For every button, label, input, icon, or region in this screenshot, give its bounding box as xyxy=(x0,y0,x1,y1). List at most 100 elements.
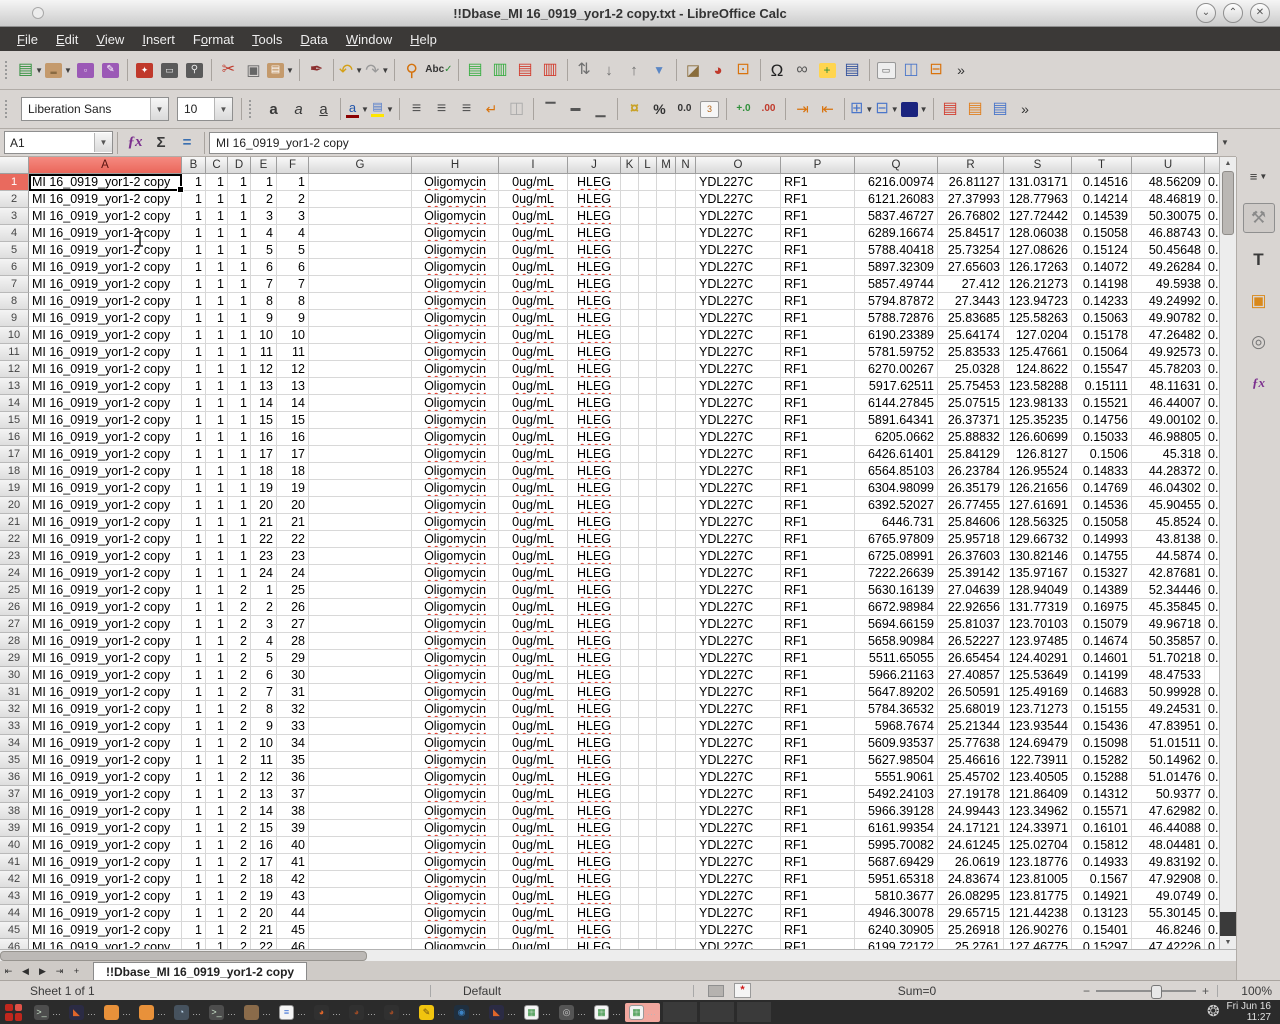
cell-T6[interactable]: 0.14072 xyxy=(1072,259,1132,276)
cell-Q20[interactable]: 6392.52027 xyxy=(855,497,938,514)
cell-O36[interactable]: YDL227C xyxy=(696,769,781,786)
cell-R13[interactable]: 25.75453 xyxy=(938,378,1004,395)
cell-E41[interactable]: 17 xyxy=(251,854,277,871)
cell-I46[interactable]: 0ug/mL xyxy=(499,939,568,949)
cell-B14[interactable]: 1 xyxy=(182,395,206,412)
cell-K46[interactable] xyxy=(621,939,639,949)
cell-H38[interactable]: Oligomycin xyxy=(412,803,499,820)
cell-E39[interactable]: 15 xyxy=(251,820,277,837)
cell-J27[interactable]: HLEG xyxy=(568,616,621,633)
row-header-29[interactable]: 29 xyxy=(0,650,29,667)
cell-J18[interactable]: HLEG xyxy=(568,463,621,480)
cell-C5[interactable]: 1 xyxy=(206,242,228,259)
cell-H24[interactable]: Oligomycin xyxy=(412,565,499,582)
cell-F26[interactable]: 26 xyxy=(277,599,309,616)
row-header-42[interactable]: 42 xyxy=(0,871,29,888)
cell-P10[interactable]: RF1 xyxy=(781,327,855,344)
cell-J23[interactable]: HLEG xyxy=(568,548,621,565)
cell-U10[interactable]: 47.26482 xyxy=(1132,327,1205,344)
cell-N1[interactable] xyxy=(676,174,696,191)
cell-B3[interactable]: 1 xyxy=(182,208,206,225)
cell-M31[interactable] xyxy=(657,684,676,701)
name-box-dropdown-icon[interactable]: ▼ xyxy=(94,133,112,152)
cell-I16[interactable]: 0ug/mL xyxy=(499,429,568,446)
cell-P29[interactable]: RF1 xyxy=(781,650,855,667)
font-name-dropdown-icon[interactable]: ▼ xyxy=(150,98,168,120)
cell-D41[interactable]: 2 xyxy=(228,854,251,871)
cell-V11[interactable]: 0. xyxy=(1205,344,1219,361)
cell-M20[interactable] xyxy=(657,497,676,514)
cell-R23[interactable]: 26.37603 xyxy=(938,548,1004,565)
cell-M45[interactable] xyxy=(657,922,676,939)
cell-E5[interactable]: 5 xyxy=(251,242,277,259)
cell-V17[interactable]: 0. xyxy=(1205,446,1219,463)
align-top-icon[interactable]: ▔ xyxy=(538,96,563,122)
cell-M28[interactable] xyxy=(657,633,676,650)
taskbar-matlab-1[interactable]: ◣… xyxy=(65,1003,100,1022)
sum-icon[interactable]: Σ xyxy=(148,131,174,155)
cell-H20[interactable]: Oligomycin xyxy=(412,497,499,514)
cell-A11[interactable]: MI 16_0919_yor1-2 copy xyxy=(29,344,182,361)
scroll-down-icon[interactable]: ▼ xyxy=(1220,936,1236,949)
cell-C46[interactable]: 1 xyxy=(206,939,228,949)
cell-D32[interactable]: 2 xyxy=(228,701,251,718)
cell-K16[interactable] xyxy=(621,429,639,446)
cell-A5[interactable]: MI 16_0919_yor1-2 copy xyxy=(29,242,182,259)
cell-P19[interactable]: RF1 xyxy=(781,480,855,497)
cell-I5[interactable]: 0ug/mL xyxy=(499,242,568,259)
cell-L21[interactable] xyxy=(639,514,657,531)
print-icon[interactable]: ▭ xyxy=(157,57,182,83)
column-header-O[interactable]: O xyxy=(696,157,781,174)
column-header-N[interactable]: N xyxy=(676,157,696,174)
maximize-button[interactable]: ⌃ xyxy=(1223,3,1243,23)
delete-rows-icon[interactable]: ▤ xyxy=(513,57,538,83)
cell-N14[interactable] xyxy=(676,395,696,412)
row-header-19[interactable]: 19 xyxy=(0,480,29,497)
cell-F10[interactable]: 10 xyxy=(277,327,309,344)
cell-T26[interactable]: 0.16975 xyxy=(1072,599,1132,616)
cell-A16[interactable]: MI 16_0919_yor1-2 copy xyxy=(29,429,182,446)
special-character-icon[interactable]: Ω xyxy=(765,57,790,83)
cell-C34[interactable]: 1 xyxy=(206,735,228,752)
cell-J28[interactable]: HLEG xyxy=(568,633,621,650)
cell-K3[interactable] xyxy=(621,208,639,225)
cell-I18[interactable]: 0ug/mL xyxy=(499,463,568,480)
cell-D5[interactable]: 1 xyxy=(228,242,251,259)
expand-formula-bar-icon[interactable]: ▼ xyxy=(1218,138,1232,147)
functions-icon[interactable]: ƒx xyxy=(1244,369,1274,397)
cell-A46[interactable]: MI 16_0919_yor1-2 copy xyxy=(29,939,182,949)
cell-G2[interactable] xyxy=(309,191,412,208)
insert-pivot-table-icon[interactable]: ⊡ xyxy=(731,57,756,83)
freeze-panes-icon[interactable]: ◫ xyxy=(899,57,924,83)
cell-K4[interactable] xyxy=(621,225,639,242)
cell-G34[interactable] xyxy=(309,735,412,752)
cell-E20[interactable]: 20 xyxy=(251,497,277,514)
cell-N23[interactable] xyxy=(676,548,696,565)
center-vertically-icon[interactable]: ▬ xyxy=(563,96,588,122)
cell-C44[interactable]: 1 xyxy=(206,905,228,922)
cell-J5[interactable]: HLEG xyxy=(568,242,621,259)
menu-tools[interactable]: Tools xyxy=(243,29,291,50)
cell-B28[interactable]: 1 xyxy=(182,633,206,650)
cell-J36[interactable]: HLEG xyxy=(568,769,621,786)
cell-T46[interactable]: 0.15297 xyxy=(1072,939,1132,949)
cell-R24[interactable]: 25.39142 xyxy=(938,565,1004,582)
cell-N13[interactable] xyxy=(676,378,696,395)
cell-R42[interactable]: 24.83674 xyxy=(938,871,1004,888)
cell-N3[interactable] xyxy=(676,208,696,225)
cell-S18[interactable]: 126.95524 xyxy=(1004,463,1072,480)
cell-F38[interactable]: 38 xyxy=(277,803,309,820)
cell-V27[interactable]: 0. xyxy=(1205,616,1219,633)
cell-R6[interactable]: 27.65603 xyxy=(938,259,1004,276)
taskbar-browser[interactable]: ◉… xyxy=(450,1003,485,1022)
cell-U31[interactable]: 50.99928 xyxy=(1132,684,1205,701)
cell-P7[interactable]: RF1 xyxy=(781,276,855,293)
cell-J44[interactable]: HLEG xyxy=(568,905,621,922)
cell-M15[interactable] xyxy=(657,412,676,429)
cell-E25[interactable]: 1 xyxy=(251,582,277,599)
cell-G24[interactable] xyxy=(309,565,412,582)
cell-A19[interactable]: MI 16_0919_yor1-2 copy xyxy=(29,480,182,497)
cell-K23[interactable] xyxy=(621,548,639,565)
cell-Q8[interactable]: 5794.87872 xyxy=(855,293,938,310)
hyperlink-icon[interactable]: ∞ xyxy=(790,57,815,83)
